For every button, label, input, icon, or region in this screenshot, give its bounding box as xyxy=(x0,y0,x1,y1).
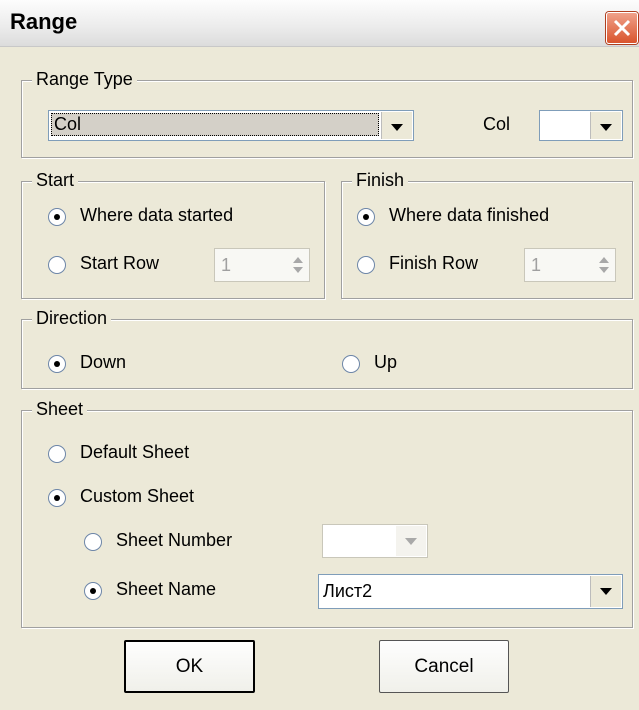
close-icon xyxy=(613,19,631,37)
sheet-legend: Sheet xyxy=(32,399,88,420)
ok-button[interactable]: OK xyxy=(124,640,255,693)
start-data-radio[interactable] xyxy=(48,208,66,226)
cancel-button[interactable]: Cancel xyxy=(379,640,509,693)
start-row-label[interactable]: Start Row xyxy=(80,253,159,274)
sheet-name-radio[interactable] xyxy=(84,582,102,600)
finish-row-spinner[interactable]: 1 xyxy=(524,248,616,282)
spin-down-icon[interactable] xyxy=(293,267,303,273)
chevron-down-icon[interactable] xyxy=(590,576,621,607)
close-button[interactable] xyxy=(606,12,638,44)
range-type-select[interactable]: Col xyxy=(48,110,414,141)
start-row-spinner[interactable]: 1 xyxy=(214,248,310,282)
col-label: Col xyxy=(483,114,511,134)
range-dialog: Range Range Type Col Col Start Where dat… xyxy=(0,0,639,710)
range-type-value: Col xyxy=(51,113,379,136)
default-sheet-label[interactable]: Default Sheet xyxy=(80,442,189,463)
sheet-name-select[interactable]: Лист2 xyxy=(318,574,623,609)
direction-legend: Direction xyxy=(32,308,112,329)
spin-down-icon[interactable] xyxy=(599,267,609,273)
direction-up-radio[interactable] xyxy=(342,355,360,373)
ok-button-label: OK xyxy=(175,656,204,677)
spin-up-icon[interactable] xyxy=(293,257,303,263)
finish-data-radio[interactable] xyxy=(357,208,375,226)
dialog-title: Range xyxy=(10,9,78,34)
custom-sheet-label[interactable]: Custom Sheet xyxy=(80,486,194,507)
sheet-name-value: Лист2 xyxy=(323,581,373,601)
chevron-down-icon[interactable] xyxy=(590,112,621,139)
chevron-down-icon[interactable] xyxy=(381,112,412,139)
start-row-value: 1 xyxy=(221,255,232,275)
col-select[interactable] xyxy=(539,110,623,141)
custom-sheet-radio[interactable] xyxy=(48,489,66,507)
spin-up-icon[interactable] xyxy=(599,257,609,263)
cancel-button-label: Cancel xyxy=(414,656,474,677)
finish-legend: Finish xyxy=(352,170,409,191)
finish-row-radio[interactable] xyxy=(357,256,375,274)
finish-row-label[interactable]: Finish Row xyxy=(389,253,478,274)
sheet-name-label[interactable]: Sheet Name xyxy=(116,579,216,600)
start-legend: Start xyxy=(32,170,79,191)
title-bar: Range xyxy=(0,0,639,47)
sheet-number-label[interactable]: Sheet Number xyxy=(116,530,232,551)
sheet-number-radio[interactable] xyxy=(84,533,102,551)
start-data-label[interactable]: Where data started xyxy=(80,205,233,226)
finish-data-label[interactable]: Where data finished xyxy=(389,205,549,226)
chevron-down-icon[interactable] xyxy=(396,526,426,556)
range-type-legend: Range Type xyxy=(32,69,137,90)
direction-up-label[interactable]: Up xyxy=(374,352,397,373)
direction-down-radio[interactable] xyxy=(48,355,66,373)
default-sheet-radio[interactable] xyxy=(48,445,66,463)
sheet-number-select[interactable] xyxy=(322,524,428,558)
start-row-radio[interactable] xyxy=(48,256,66,274)
finish-row-value: 1 xyxy=(531,255,542,275)
direction-down-label[interactable]: Down xyxy=(80,352,126,373)
